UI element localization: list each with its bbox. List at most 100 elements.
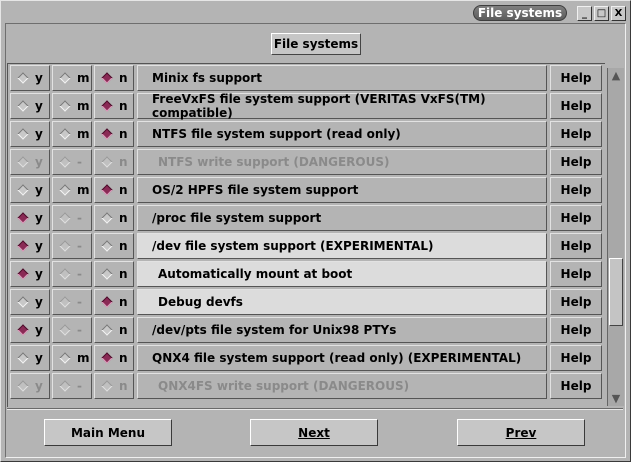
- option-n-radio[interactable]: n: [94, 205, 134, 231]
- radio-diamond-icon: [59, 324, 71, 336]
- radio-diamond-icon: [59, 296, 71, 308]
- option-y-radio[interactable]: y: [10, 289, 50, 315]
- option-m-label: m: [77, 99, 90, 113]
- radio-diamond-icon: [17, 352, 29, 364]
- option-row: y - n Debug devfs Help: [8, 288, 605, 316]
- help-button[interactable]: Help: [550, 65, 602, 91]
- next-button[interactable]: Next: [250, 419, 378, 446]
- option-y-radio[interactable]: y: [10, 345, 50, 371]
- help-button[interactable]: Help: [550, 345, 602, 371]
- section-title-button[interactable]: File systems: [271, 33, 361, 55]
- radio-diamond-icon: [101, 184, 113, 196]
- scroll-down-icon[interactable]: ▼: [609, 391, 623, 406]
- option-y-label: y: [35, 155, 43, 169]
- option-y-radio[interactable]: y: [10, 261, 50, 287]
- option-n-radio[interactable]: n: [94, 289, 134, 315]
- radio-diamond-icon: [101, 212, 113, 224]
- option-label: FreeVxFS file system support (VERITAS Vx…: [137, 92, 547, 120]
- option-label: /proc file system support: [137, 205, 547, 231]
- option-n-label: n: [119, 71, 128, 85]
- help-button[interactable]: Help: [550, 93, 602, 119]
- maximize-icon: □: [596, 7, 607, 19]
- help-button[interactable]: Help: [550, 373, 602, 399]
- scroll-up-icon[interactable]: ▲: [609, 68, 623, 83]
- close-icon: X: [614, 7, 623, 19]
- title-bar[interactable]: File systems _ □ X: [3, 3, 628, 22]
- help-button[interactable]: Help: [550, 205, 602, 231]
- help-button[interactable]: Help: [550, 261, 602, 287]
- close-button[interactable]: X: [611, 6, 626, 21]
- option-y-radio[interactable]: y: [10, 233, 50, 259]
- option-y-radio[interactable]: y: [10, 177, 50, 203]
- radio-diamond-icon: [17, 156, 29, 168]
- option-n-label: n: [119, 239, 128, 253]
- options-list: y m n Minix fs support Help y m n FreeVxFS file …: [7, 63, 605, 407]
- option-m-radio[interactable]: m: [52, 65, 92, 91]
- option-y-label: y: [35, 211, 43, 225]
- option-row: y - n/proc file system support Help: [8, 204, 605, 232]
- vertical-scrollbar[interactable]: ▲ ▼: [607, 68, 624, 406]
- option-row: y - n/dev file system support (EXPERIMENTA…: [8, 232, 605, 260]
- radio-diamond-icon: [101, 128, 113, 140]
- option-label: NTFS write support (DANGEROUS): [137, 149, 547, 175]
- option-row: y - n/dev/pts file system for Unix98 PTYs H…: [8, 316, 605, 344]
- option-y-radio[interactable]: y: [10, 121, 50, 147]
- help-button[interactable]: Help: [550, 233, 602, 259]
- radio-diamond-icon: [101, 240, 113, 252]
- option-n-radio[interactable]: n: [94, 317, 134, 343]
- option-n-label: n: [119, 127, 128, 141]
- radio-diamond-icon: [17, 72, 29, 84]
- option-m-radio[interactable]: m: [52, 121, 92, 147]
- option-n-radio[interactable]: n: [94, 233, 134, 259]
- radio-diamond-icon: [59, 240, 71, 252]
- help-button[interactable]: Help: [550, 317, 602, 343]
- option-m-radio[interactable]: m: [52, 177, 92, 203]
- option-n-label: n: [119, 295, 128, 309]
- option-n-radio[interactable]: n: [94, 345, 134, 371]
- option-y-label: y: [35, 351, 43, 365]
- option-row: y m n FreeVxFS file system support (VERITAS…: [8, 92, 605, 120]
- option-m-radio[interactable]: m: [52, 93, 92, 119]
- maximize-button[interactable]: □: [594, 6, 609, 21]
- help-button[interactable]: Help: [550, 289, 602, 315]
- option-n-radio[interactable]: n: [94, 65, 134, 91]
- option-y-radio[interactable]: y: [10, 205, 50, 231]
- prev-button[interactable]: Prev: [457, 419, 585, 446]
- option-y-radio[interactable]: y: [10, 317, 50, 343]
- option-label: NTFS file system support (read only): [137, 121, 547, 147]
- option-m-radio: -: [52, 205, 92, 231]
- radio-diamond-icon: [17, 324, 29, 336]
- option-y-radio[interactable]: y: [10, 65, 50, 91]
- option-n-radio[interactable]: n: [94, 121, 134, 147]
- help-button[interactable]: Help: [550, 121, 602, 147]
- option-n-radio: n: [94, 373, 134, 399]
- scrollbar-thumb[interactable]: [609, 258, 623, 326]
- minimize-button[interactable]: _: [577, 6, 592, 21]
- option-n-radio[interactable]: n: [94, 177, 134, 203]
- radio-diamond-icon: [101, 100, 113, 112]
- option-n-label: n: [119, 211, 128, 225]
- help-button[interactable]: Help: [550, 177, 602, 203]
- option-y-label: y: [35, 379, 43, 393]
- option-row: y - n NTFS write support (DANGEROUS) Help: [8, 148, 605, 176]
- option-y-radio[interactable]: y: [10, 93, 50, 119]
- option-row: y m n QNX4 file system support (read only) …: [8, 344, 605, 372]
- main-menu-button[interactable]: Main Menu: [44, 419, 172, 446]
- option-label: /dev/pts file system for Unix98 PTYs: [137, 317, 547, 343]
- radio-diamond-icon: [59, 184, 71, 196]
- option-m-label: m: [77, 183, 90, 197]
- help-button[interactable]: Help: [550, 149, 602, 175]
- option-row: y - n QNX4FS write support (DANGEROUS) Help: [8, 372, 605, 400]
- option-m-radio: -: [52, 373, 92, 399]
- radio-diamond-icon: [59, 128, 71, 140]
- option-m-radio[interactable]: m: [52, 345, 92, 371]
- option-m-radio: -: [52, 233, 92, 259]
- option-y-radio: y: [10, 149, 50, 175]
- option-y-label: y: [35, 183, 43, 197]
- option-m-label: -: [77, 379, 82, 393]
- option-n-label: n: [119, 155, 128, 169]
- option-n-label: n: [119, 351, 128, 365]
- option-n-label: n: [119, 379, 128, 393]
- option-n-radio[interactable]: n: [94, 261, 134, 287]
- option-n-radio[interactable]: n: [94, 93, 134, 119]
